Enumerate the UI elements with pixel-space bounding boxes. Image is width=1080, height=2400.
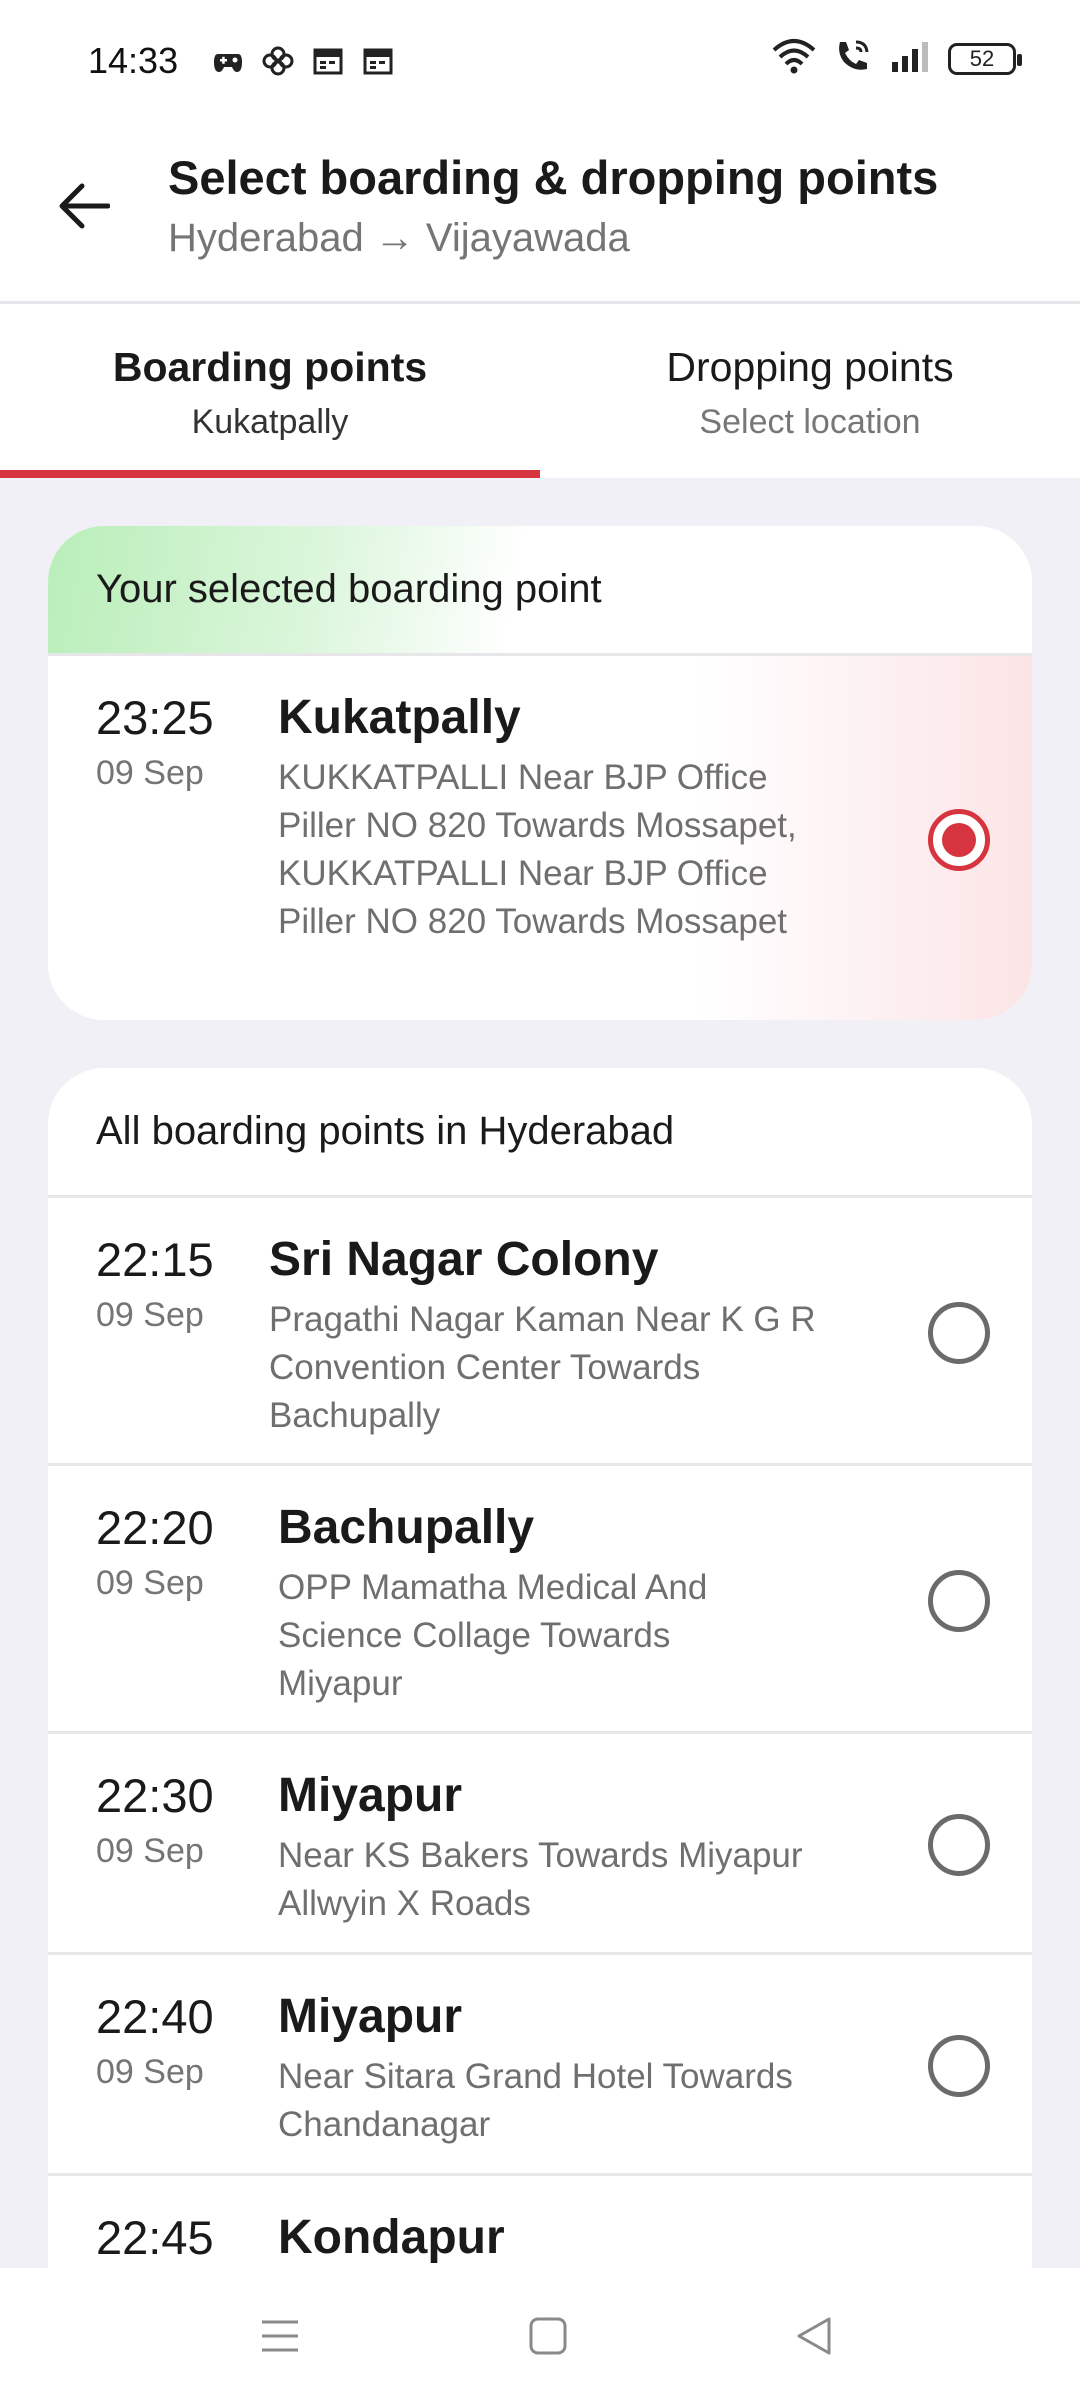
point-date: 09 Sep xyxy=(96,2053,204,2091)
menu-button[interactable] xyxy=(252,2308,308,2364)
system-nav-bar xyxy=(0,2268,1080,2400)
point-name: Miyapur xyxy=(278,1990,463,2043)
tab-sublabel: Kukatpally xyxy=(191,403,349,441)
radio-button[interactable] xyxy=(928,2035,990,2097)
point-name: Bachupally xyxy=(278,1501,535,1554)
point-name: Kukatpally xyxy=(278,691,521,744)
menu-icon xyxy=(262,2320,298,2352)
pinwheel-icon xyxy=(262,46,294,76)
point-time: 22:30 xyxy=(96,1769,214,1822)
all-points-heading: All boarding points in Hyderabad xyxy=(48,1068,1032,1198)
back-nav-button[interactable] xyxy=(786,2308,842,2364)
point-time: 22:40 xyxy=(96,1990,214,2043)
calendar-icon xyxy=(312,46,344,76)
point-date: 09 Sep xyxy=(96,1564,204,1602)
tab-bar: Boarding points Kukatpally Dropping poin… xyxy=(0,304,1080,478)
point-time: 23:25 xyxy=(96,691,214,744)
selected-boarding-card: Your selected boarding point 23:25 09 Se… xyxy=(48,526,1032,1020)
game-controller-icon xyxy=(212,46,244,76)
app-header: Select boarding & dropping points Hydera… xyxy=(0,120,1080,304)
point-time: 22:20 xyxy=(96,1501,214,1554)
selected-boarding-point[interactable]: 23:25 09 Sep Kukatpally KUKKATPALLI Near… xyxy=(48,656,1032,1020)
radio-button[interactable] xyxy=(928,1814,990,1876)
list-item[interactable]: 22:40 09 Sep Miyapur Near Sitara Grand H… xyxy=(48,1955,1032,2176)
point-date: 09 Sep xyxy=(96,754,204,792)
point-address: OPP Mamatha Medical And Science Collage … xyxy=(278,1568,708,1703)
point-time: 22:15 xyxy=(96,1233,214,1286)
point-date: 09 Sep xyxy=(96,1832,204,1870)
square-icon xyxy=(529,2317,567,2355)
status-bar: 14:33 52 xyxy=(0,0,1080,120)
point-date: 09 Sep xyxy=(96,1296,204,1334)
home-button[interactable] xyxy=(520,2308,576,2364)
wifi-call-icon xyxy=(834,38,872,79)
point-address: Near Sitara Grand Hotel Towards Chandana… xyxy=(278,2057,793,2144)
triangle-back-icon xyxy=(797,2317,831,2355)
point-name: Sri Nagar Colony xyxy=(269,1233,659,1286)
system-icons: 52 xyxy=(772,38,1022,79)
signal-icon xyxy=(890,40,930,77)
point-address: Pragathi Nagar Kaman Near K G R Conventi… xyxy=(269,1300,816,1435)
tab-sublabel: Select location xyxy=(699,403,921,441)
battery-icon: 52 xyxy=(948,42,1022,75)
radio-button[interactable] xyxy=(928,1302,990,1364)
tab-dropping-points[interactable]: Dropping points Select location xyxy=(540,304,1080,478)
list-item[interactable]: 22:30 09 Sep Miyapur Near KS Bakers Towa… xyxy=(48,1734,1032,1955)
tab-label: Dropping points xyxy=(666,344,954,390)
wifi-icon xyxy=(772,38,816,79)
point-name: Miyapur xyxy=(278,1769,463,1822)
status-time: 14:33 xyxy=(88,40,179,81)
point-address: Near KS Bakers Towards Miyapur Allwyin X… xyxy=(278,1836,803,1923)
tab-label: Boarding points xyxy=(112,344,428,390)
back-button[interactable] xyxy=(50,172,118,240)
list-item[interactable]: 22:20 09 Sep Bachupally OPP Mamatha Medi… xyxy=(48,1466,1032,1734)
selected-heading: Your selected boarding point xyxy=(48,526,1032,656)
radio-selected[interactable] xyxy=(928,809,990,871)
point-address: KUKKATPALLI Near BJP Office Piller NO 82… xyxy=(278,758,797,941)
notification-icons xyxy=(212,46,394,76)
radio-button[interactable] xyxy=(928,1570,990,1632)
point-time: 22:45 xyxy=(96,2211,214,2264)
all-boarding-points-card: All boarding points in Hyderabad 22:15 0… xyxy=(48,1068,1032,2368)
arrow-left-icon xyxy=(59,183,110,229)
page-title: Select boarding & dropping points xyxy=(168,151,939,204)
list-item[interactable]: 22:15 09 Sep Sri Nagar Colony Pragathi N… xyxy=(48,1198,1032,1466)
point-name: Kondapur xyxy=(278,2211,505,2264)
calendar-icon xyxy=(362,46,394,76)
tab-boarding-points[interactable]: Boarding points Kukatpally xyxy=(0,304,540,478)
route-subtitle: Hyderabad → Vijayawada xyxy=(168,216,630,260)
